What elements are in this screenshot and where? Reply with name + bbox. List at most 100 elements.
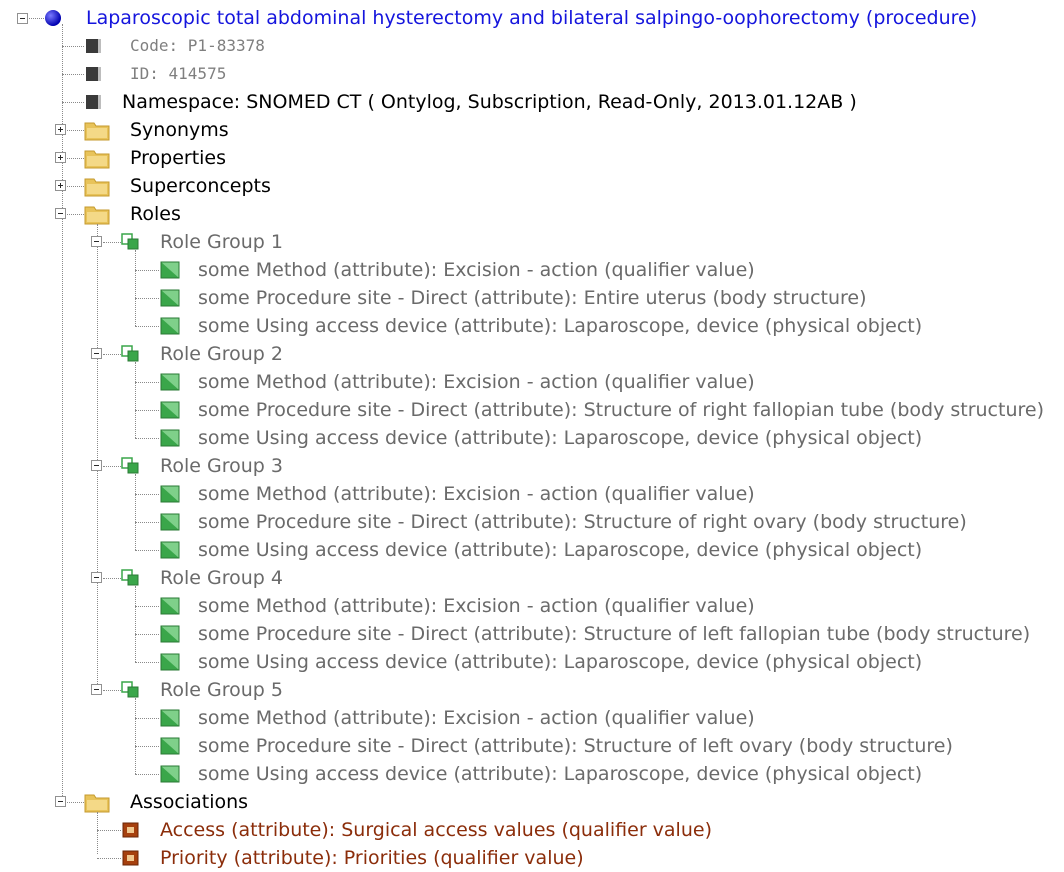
property-icon bbox=[86, 39, 101, 53]
folder-label: Superconcepts bbox=[130, 175, 271, 197]
tree-row-role[interactable]: some Method (attribute): Excision - acti… bbox=[0, 592, 1064, 620]
tree-row-role[interactable]: some Method (attribute): Excision - acti… bbox=[0, 368, 1064, 396]
tree-folder-superconcepts[interactable]: Superconcepts bbox=[0, 172, 400, 200]
collapse-toggle[interactable] bbox=[55, 208, 66, 219]
role-icon bbox=[160, 709, 180, 727]
role-label: some Method (attribute): Excision - acti… bbox=[198, 483, 755, 505]
expand-toggle[interactable] bbox=[55, 180, 66, 191]
role-label: some Method (attribute): Excision - acti… bbox=[198, 595, 755, 617]
tree-row-role-group[interactable]: Role Group 2 bbox=[0, 340, 400, 368]
tree-row-root[interactable]: Laparoscopic total abdominal hysterectom… bbox=[0, 4, 1064, 32]
role-label: some Method (attribute): Excision - acti… bbox=[198, 371, 755, 393]
role-icon bbox=[160, 289, 180, 307]
role-icon bbox=[160, 401, 180, 419]
tree-row-role[interactable]: some Using access device (attribute): La… bbox=[0, 312, 1064, 340]
folder-icon bbox=[84, 794, 110, 813]
role-icon bbox=[160, 541, 180, 559]
association-label: Priority (attribute): Priorities (qualif… bbox=[160, 847, 584, 869]
folder-icon bbox=[84, 178, 110, 197]
role-label: some Procedure site - Direct (attribute)… bbox=[198, 623, 1031, 645]
folder-icon bbox=[84, 122, 110, 141]
tree-row-code[interactable]: Code: P1-83378 bbox=[0, 32, 400, 60]
role-label: some Using access device (attribute): La… bbox=[198, 427, 923, 449]
association-icon bbox=[122, 822, 139, 838]
tree-row-namespace[interactable]: Namespace: SNOMED CT ( Ontylog, Subscrip… bbox=[0, 88, 900, 116]
tree-row-role[interactable]: some Procedure site - Direct (attribute)… bbox=[0, 620, 1064, 648]
role-group-icon bbox=[121, 569, 139, 586]
concept-tree: Laparoscopic total abdominal hysterectom… bbox=[0, 0, 1064, 869]
role-icon bbox=[160, 429, 180, 447]
role-group-label: Role Group 1 bbox=[160, 231, 283, 253]
role-label: some Using access device (attribute): La… bbox=[198, 315, 923, 337]
role-group-icon bbox=[121, 457, 139, 474]
blue-circle-icon bbox=[45, 10, 61, 26]
role-icon bbox=[160, 261, 180, 279]
folder-icon bbox=[84, 206, 110, 225]
role-label: some Using access device (attribute): La… bbox=[198, 539, 923, 561]
role-icon bbox=[160, 513, 180, 531]
role-group-label: Role Group 3 bbox=[160, 455, 283, 477]
role-group-label: Role Group 4 bbox=[160, 567, 283, 589]
collapse-toggle[interactable] bbox=[91, 236, 102, 247]
role-label: some Procedure site - Direct (attribute)… bbox=[198, 511, 967, 533]
tree-row-role[interactable]: some Method (attribute): Excision - acti… bbox=[0, 704, 1064, 732]
role-icon bbox=[160, 625, 180, 643]
role-icon bbox=[160, 737, 180, 755]
association-label: Access (attribute): Surgical access valu… bbox=[160, 819, 712, 841]
tree-row-role[interactable]: some Procedure site - Direct (attribute)… bbox=[0, 732, 1064, 760]
tree-row-role[interactable]: some Procedure site - Direct (attribute)… bbox=[0, 284, 1064, 312]
tree-row-role[interactable]: some Procedure site - Direct (attribute)… bbox=[0, 396, 1064, 424]
role-icon bbox=[160, 765, 180, 783]
tree-row-role[interactable]: some Using access device (attribute): La… bbox=[0, 424, 1064, 452]
role-group-icon bbox=[121, 345, 139, 362]
tree-folder-synonyms[interactable]: Synonyms bbox=[0, 116, 400, 144]
folder-icon bbox=[84, 150, 110, 169]
tree-row-role[interactable]: some Procedure site - Direct (attribute)… bbox=[0, 508, 1064, 536]
tree-row-role[interactable]: some Using access device (attribute): La… bbox=[0, 760, 1064, 788]
code-label: Code: P1-83378 bbox=[130, 36, 265, 55]
role-icon bbox=[160, 653, 180, 671]
role-label: some Method (attribute): Excision - acti… bbox=[198, 707, 755, 729]
tree-folder-properties[interactable]: Properties bbox=[0, 144, 400, 172]
expand-toggle[interactable] bbox=[55, 152, 66, 163]
collapse-toggle[interactable] bbox=[91, 572, 102, 583]
role-label: some Procedure site - Direct (attribute)… bbox=[198, 287, 867, 309]
role-label: some Procedure site - Direct (attribute)… bbox=[198, 735, 953, 757]
collapse-toggle[interactable] bbox=[91, 460, 102, 471]
collapse-toggle[interactable] bbox=[17, 13, 28, 24]
namespace-label: Namespace: SNOMED CT ( Ontylog, Subscrip… bbox=[122, 91, 857, 113]
tree-row-association[interactable]: Priority (attribute): Priorities (qualif… bbox=[0, 844, 800, 872]
tree-row-role-group[interactable]: Role Group 5 bbox=[0, 676, 400, 704]
collapse-toggle[interactable] bbox=[91, 684, 102, 695]
collapse-toggle[interactable] bbox=[55, 796, 66, 807]
tree-row-role[interactable]: some Using access device (attribute): La… bbox=[0, 648, 1064, 676]
tree-folder-associations[interactable]: Associations bbox=[0, 788, 400, 816]
tree-row-role-group[interactable]: Role Group 1 bbox=[0, 228, 400, 256]
tree-row-role-group[interactable]: Role Group 3 bbox=[0, 452, 400, 480]
role-label: some Using access device (attribute): La… bbox=[198, 651, 923, 673]
tree-row-id[interactable]: ID: 414575 bbox=[0, 60, 400, 88]
tree-row-role[interactable]: some Method (attribute): Excision - acti… bbox=[0, 480, 1064, 508]
role-label: some Using access device (attribute): La… bbox=[198, 763, 923, 785]
role-icon bbox=[160, 597, 180, 615]
property-icon bbox=[86, 67, 101, 81]
folder-label: Properties bbox=[130, 147, 227, 169]
tree-row-role[interactable]: some Using access device (attribute): La… bbox=[0, 536, 1064, 564]
role-group-icon bbox=[121, 681, 139, 698]
role-label: some Procedure site - Direct (attribute)… bbox=[198, 399, 1044, 421]
role-icon bbox=[160, 317, 180, 335]
property-icon bbox=[86, 95, 101, 109]
folder-label: Synonyms bbox=[130, 119, 229, 141]
tree-row-role-group[interactable]: Role Group 4 bbox=[0, 564, 400, 592]
folder-label: Roles bbox=[130, 203, 181, 225]
id-label: ID: 414575 bbox=[130, 64, 227, 83]
role-icon bbox=[160, 485, 180, 503]
tree-folder-roles[interactable]: Roles bbox=[0, 200, 400, 228]
root-concept-label[interactable]: Laparoscopic total abdominal hysterectom… bbox=[86, 4, 977, 32]
tree-row-association[interactable]: Access (attribute): Surgical access valu… bbox=[0, 816, 800, 844]
role-group-label: Role Group 2 bbox=[160, 343, 283, 365]
folder-label: Associations bbox=[130, 791, 249, 813]
expand-toggle[interactable] bbox=[55, 124, 66, 135]
collapse-toggle[interactable] bbox=[91, 348, 102, 359]
tree-row-role[interactable]: some Method (attribute): Excision - acti… bbox=[0, 256, 1064, 284]
